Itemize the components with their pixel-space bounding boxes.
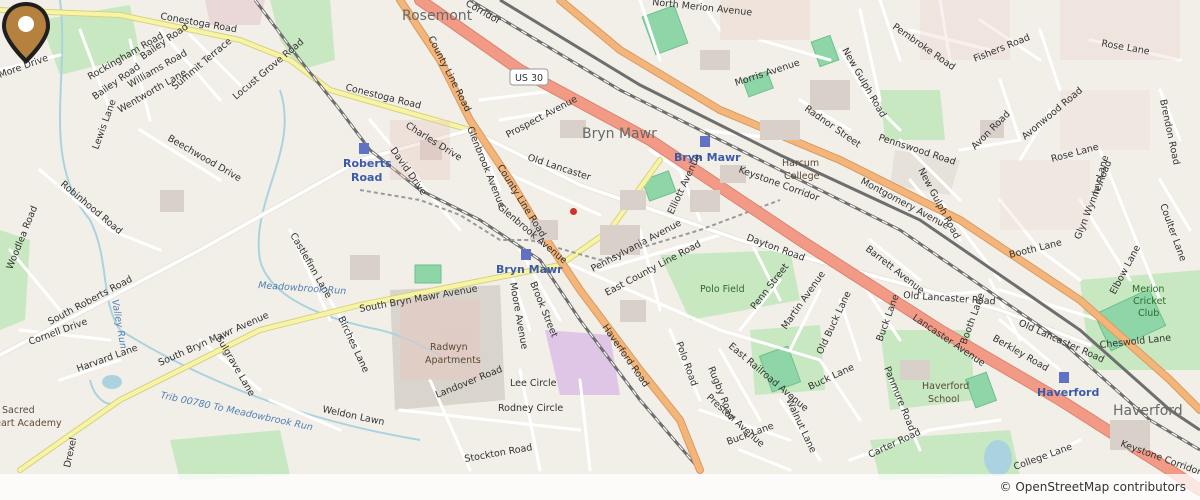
pond bbox=[984, 440, 1012, 476]
station-label-road: Road bbox=[351, 171, 382, 184]
station-label-haverford: Haverford bbox=[1037, 386, 1099, 399]
area-label-merion: Merion bbox=[1132, 284, 1164, 295]
poi-dot bbox=[570, 208, 577, 215]
place-label-rosemont: Rosemont bbox=[402, 8, 473, 24]
place-label-haverford: Haverford bbox=[1113, 403, 1183, 419]
roberts-road-station-icon bbox=[359, 143, 369, 154]
us30-shield: US 30 bbox=[509, 68, 549, 86]
place-label-bryn-mawr: Bryn Mawr bbox=[582, 126, 657, 142]
map-canvas[interactable]: US 30 Rosemont Bryn Mawr Haverford Rober… bbox=[0, 0, 1200, 500]
area-label-club: Club bbox=[1138, 308, 1159, 319]
location-marker-icon[interactable] bbox=[0, 0, 52, 66]
svg-text:US 30: US 30 bbox=[515, 73, 543, 84]
area-label-harcum: Harcum bbox=[782, 158, 819, 169]
area-label-cricket: Cricket bbox=[1133, 296, 1166, 307]
attribution-text[interactable]: © OpenStreetMap contributors bbox=[1000, 480, 1186, 494]
area-label-haverford-school-2: School bbox=[928, 394, 960, 405]
station-label-bryn-mawr-south: Bryn Mawr bbox=[496, 263, 563, 276]
bryn-mawr-station-icon bbox=[521, 249, 531, 260]
area-label-radwyn: Radwyn bbox=[430, 342, 468, 353]
haverford-station-icon bbox=[1059, 372, 1069, 383]
road-label-rodney: Rodney Circle bbox=[498, 403, 563, 414]
pond-west bbox=[102, 375, 122, 389]
station-label-roberts: Roberts bbox=[343, 157, 392, 170]
area-label-college: College bbox=[784, 171, 820, 182]
bryn-mawr-north-station-icon bbox=[700, 136, 710, 147]
road-label-lee-circle: Lee Circle bbox=[510, 378, 557, 389]
area-label-heart-academy: Heart Academy bbox=[0, 418, 62, 429]
area-label-polo-field: Polo Field bbox=[700, 284, 745, 295]
area-label-apartments: Apartments bbox=[425, 355, 481, 366]
area-label-haverford-school-1: Haverford bbox=[922, 381, 969, 392]
area-label-sacred: Sacred bbox=[2, 405, 35, 416]
map-view[interactable]: US 30 Rosemont Bryn Mawr Haverford Rober… bbox=[0, 0, 1200, 500]
station-label-bryn-mawr-north: Bryn Mawr bbox=[674, 151, 741, 164]
map-attribution[interactable]: © OpenStreetMap contributors bbox=[0, 474, 1200, 500]
